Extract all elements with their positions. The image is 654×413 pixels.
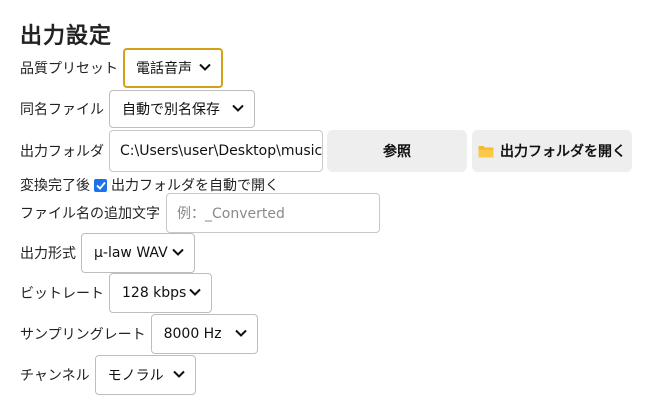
suffix-placeholder: 例：_Converted — [177, 206, 285, 222]
quality-preset-value: 電話音声 — [136, 61, 192, 77]
chevron-down-icon — [171, 247, 185, 257]
format-select[interactable]: μ-law WAV — [81, 233, 195, 273]
bitrate-select[interactable]: 128 kbps — [109, 273, 212, 313]
auto-open-checkbox-label[interactable]: 出力フォルダを自動で開く — [111, 175, 279, 195]
same-name-label: 同名ファイル — [20, 102, 104, 118]
open-folder-button[interactable]: 出力フォルダを開く — [472, 130, 632, 172]
sample-rate-value: 8000 Hz — [163, 326, 222, 342]
browse-button[interactable]: 参照 — [327, 130, 467, 172]
bitrate-row: ビットレート 128 kbps — [20, 273, 212, 313]
format-row: 出力形式 μ-law WAV — [20, 233, 195, 273]
format-value: μ-law WAV — [94, 245, 168, 261]
suffix-input[interactable]: 例：_Converted — [166, 193, 380, 233]
same-name-value: 自動で別名保存 — [122, 102, 220, 118]
browse-button-label: 参照 — [383, 144, 411, 160]
channel-label: チャンネル — [20, 368, 90, 384]
output-folder-row: 出力フォルダ C:\Users\user\Desktop\music 参照 出力… — [20, 130, 632, 172]
quality-preset-label: 品質プリセット — [20, 61, 118, 77]
same-name-row: 同名ファイル 自動で別名保存 — [20, 90, 255, 128]
open-folder-button-label: 出力フォルダを開く — [500, 144, 626, 160]
format-label: 出力形式 — [20, 246, 76, 262]
chevron-down-icon — [234, 328, 248, 338]
chevron-down-icon — [172, 369, 186, 379]
chevron-down-icon — [198, 62, 212, 72]
output-folder-label: 出力フォルダ — [20, 144, 104, 160]
output-folder-input[interactable]: C:\Users\user\Desktop\music — [109, 130, 323, 172]
quality-preset-row: 品質プリセット 電話音声 — [20, 48, 223, 88]
sample-rate-label: サンプリングレート — [20, 327, 146, 343]
quality-preset-select[interactable]: 電話音声 — [123, 48, 223, 88]
sample-rate-select[interactable]: 8000 Hz — [150, 314, 258, 354]
chevron-down-icon — [231, 103, 245, 113]
same-name-select[interactable]: 自動で別名保存 — [109, 90, 255, 128]
channel-row: チャンネル モノラル — [20, 355, 196, 395]
auto-open-checkbox[interactable] — [94, 178, 107, 192]
after-convert-row: 変換完了後 出力フォルダを自動で開く — [20, 175, 279, 195]
channel-select[interactable]: モノラル — [94, 355, 196, 395]
suffix-row: ファイル名の追加文字 例：_Converted — [20, 193, 380, 233]
channel-value: モノラル — [107, 368, 164, 384]
after-convert-label: 変換完了後 — [20, 178, 90, 194]
bitrate-value: 128 kbps — [122, 285, 187, 301]
sample-rate-row: サンプリングレート 8000 Hz — [20, 314, 258, 354]
bitrate-label: ビットレート — [20, 286, 104, 302]
suffix-label: ファイル名の追加文字 — [20, 206, 160, 222]
section-title: 出力設定 — [20, 24, 113, 49]
output-folder-value: C:\Users\user\Desktop\music — [120, 143, 323, 159]
folder-icon — [478, 145, 494, 158]
chevron-down-icon — [188, 287, 202, 297]
